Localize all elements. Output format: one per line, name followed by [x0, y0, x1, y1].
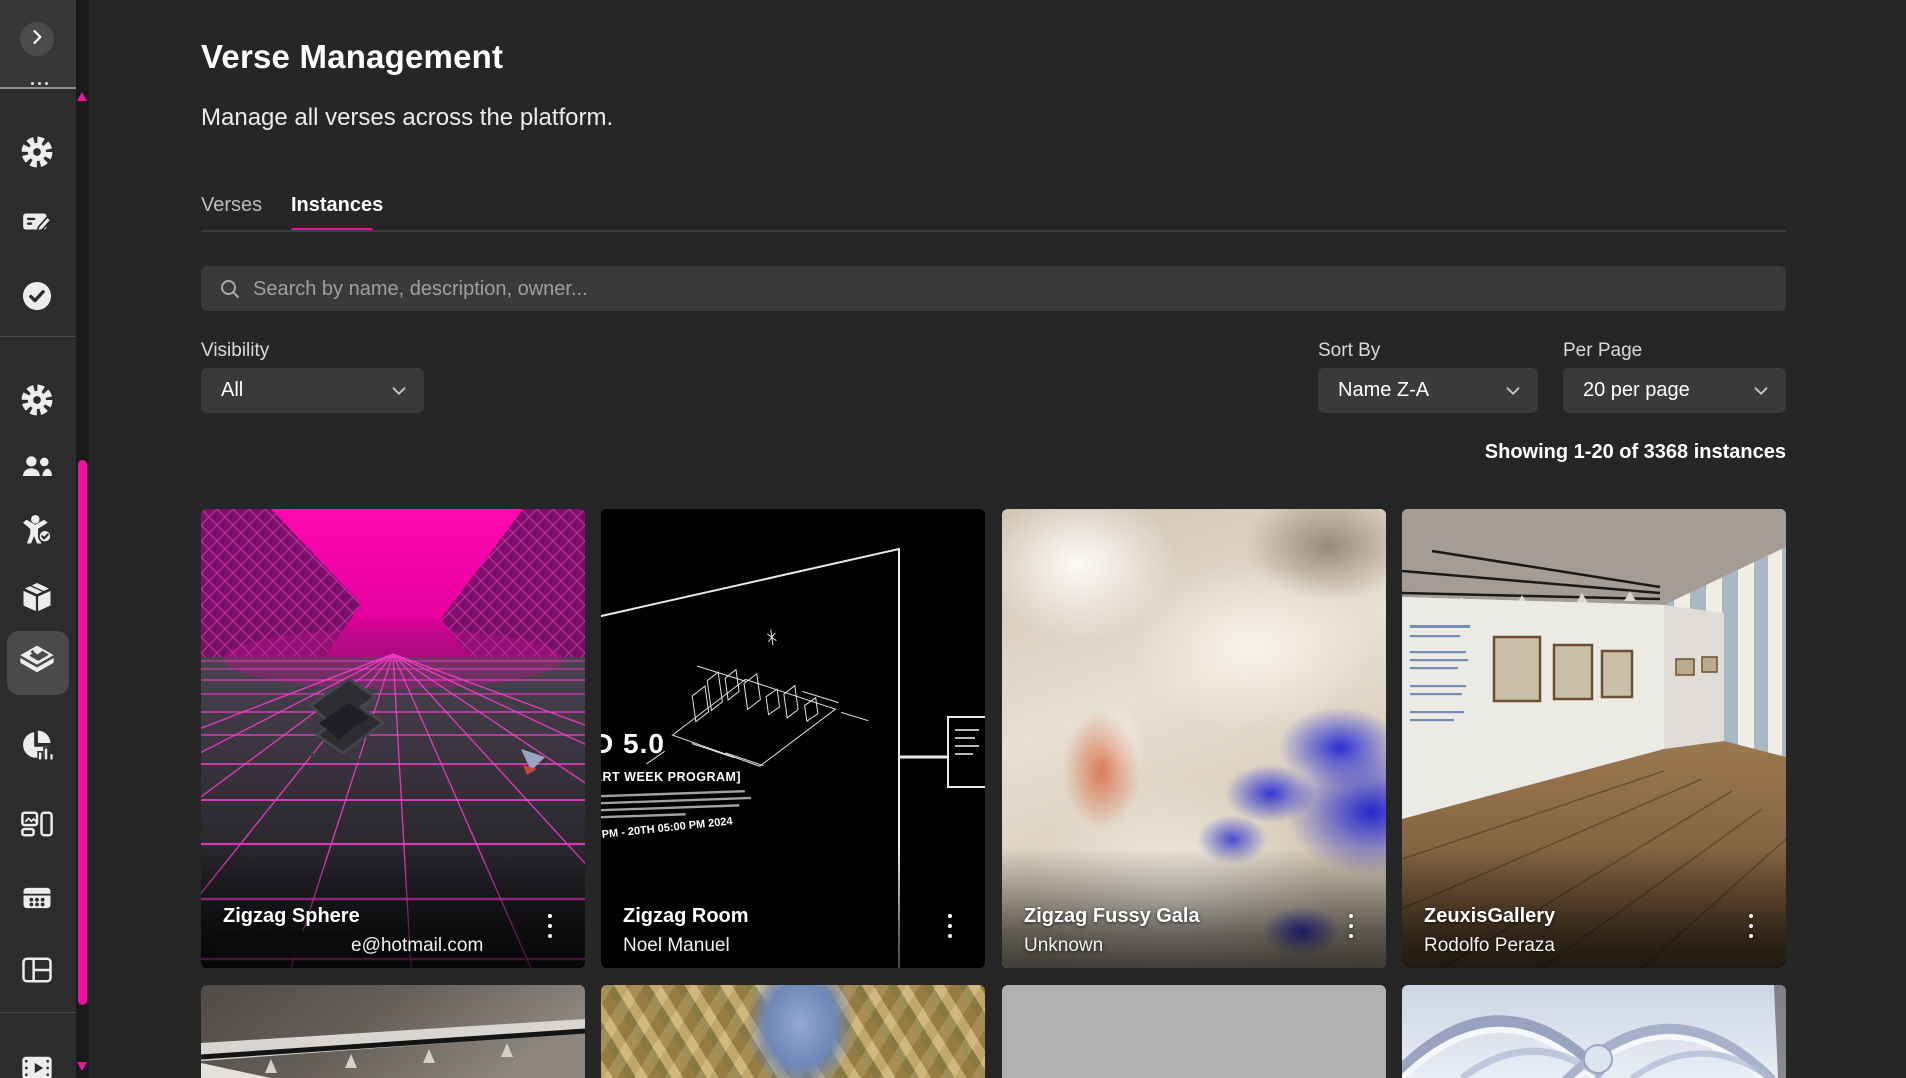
per-page-value: 20 per page	[1583, 368, 1690, 413]
card-edit-icon	[20, 205, 54, 244]
instance-card-partial-2[interactable]	[601, 985, 985, 1078]
scroll-down-button[interactable]	[77, 1062, 87, 1071]
card-image	[601, 985, 985, 1078]
card-footer: Zigzag Room Noel Manuel	[601, 848, 985, 968]
card-footer: ZeuxisGallery Rodolfo Peraza	[1402, 848, 1786, 968]
instance-card-partial-1[interactable]	[201, 985, 585, 1078]
sidebar-expand-button[interactable]	[20, 22, 54, 56]
main-content: Verse Management Manage all verses acros…	[201, 0, 1786, 1078]
layout-panel-icon	[19, 952, 55, 993]
divider	[201, 230, 1786, 232]
card-footer: Zigzag Sphere e@hotmail.com	[201, 848, 585, 968]
sidebar-item-packages[interactable]	[13, 575, 61, 623]
instance-card-zigzag-fussy-gala[interactable]: Zigzag Fussy Gala Unknown	[1002, 509, 1386, 968]
check-circle-icon	[19, 278, 55, 319]
sidebar-item-admin-settings[interactable]	[13, 378, 61, 426]
sidebar-item-member-check[interactable]	[13, 508, 61, 556]
tab-instances[interactable]: Instances	[291, 194, 383, 217]
card-owner: Rodolfo Peraza	[1424, 935, 1555, 957]
sidebar-item-layout[interactable]	[13, 948, 61, 996]
gear-icon	[20, 383, 54, 422]
overflow-dots-icon	[31, 82, 48, 85]
instance-card-partial-4[interactable]	[1402, 985, 1786, 1078]
card-title: Zigzag Room	[623, 905, 749, 928]
results-summary: Showing 1-20 of 3368 instances	[201, 441, 1786, 464]
gear-icon	[20, 135, 54, 174]
verse-image-cube-icon	[18, 642, 56, 685]
page-subtitle: Manage all verses across the platform.	[201, 104, 613, 132]
card-image	[1402, 985, 1786, 1078]
sort-by-label: Sort By	[1318, 340, 1380, 362]
card-owner: e@hotmail.com	[223, 935, 483, 957]
sort-by-value: Name Z-A	[1338, 368, 1429, 413]
card-menu-button[interactable]	[1740, 906, 1762, 946]
scroll-up-button[interactable]	[77, 92, 87, 101]
card-title: ZeuxisGallery	[1424, 905, 1555, 928]
card-art-big-text: D 5.0	[601, 728, 665, 759]
instance-card-partial-3[interactable]	[1002, 985, 1386, 1078]
people-icon	[19, 449, 55, 490]
search-bar	[201, 266, 1786, 311]
chevron-right-icon	[27, 27, 47, 52]
divider	[0, 87, 76, 89]
instance-card-zigzag-sphere[interactable]: Zigzag Sphere e@hotmail.com	[201, 509, 585, 968]
card-image	[201, 985, 585, 1078]
sidebar-item-analytics[interactable]	[13, 723, 61, 771]
sort-by-select[interactable]: Name Z-A	[1318, 368, 1538, 413]
instance-card-zigzag-room[interactable]: D 5.0 ART WEEK PROGRAM] 0 PM - 20TH 05:0…	[601, 509, 985, 968]
sidebar-item-collections[interactable]	[13, 802, 61, 850]
sidebar-item-events[interactable]	[13, 876, 61, 924]
page-title: Verse Management	[201, 38, 503, 76]
card-title: Zigzag Fussy Gala	[1024, 905, 1200, 928]
visibility-label: Visibility	[201, 340, 269, 362]
card-footer: Zigzag Fussy Gala Unknown	[1002, 848, 1386, 968]
verse-management-page: Verse Management Manage all verses acros…	[0, 0, 1906, 1078]
visibility-select[interactable]: All	[201, 368, 424, 413]
film-play-icon	[19, 1050, 55, 1078]
per-page-label: Per Page	[1563, 340, 1642, 362]
sidebar-item-users[interactable]	[13, 445, 61, 493]
redaction-box	[217, 931, 351, 957]
instance-card-zeuxisgallery[interactable]: ZeuxisGallery Rodolfo Peraza	[1402, 509, 1786, 968]
package-box-icon	[19, 579, 55, 620]
sidebar-item-approvals[interactable]	[13, 274, 61, 322]
card-menu-button[interactable]	[1340, 906, 1362, 946]
sidebar-item-settings[interactable]	[13, 130, 61, 178]
sidebar-scrollbar[interactable]	[76, 0, 89, 1078]
sidebar-item-media[interactable]	[13, 1046, 61, 1078]
card-menu-button[interactable]	[939, 906, 961, 946]
collection-cards-icon	[19, 806, 55, 847]
sidebar	[0, 0, 89, 1078]
card-image	[1002, 985, 1386, 1078]
card-owner: Unknown	[1024, 935, 1103, 957]
card-owner: Noel Manuel	[623, 935, 730, 957]
visibility-value: All	[221, 368, 243, 413]
search-input[interactable]	[251, 266, 1765, 313]
board-dots-icon	[19, 880, 55, 921]
scrollbar-thumb[interactable]	[78, 460, 87, 1005]
person-check-icon	[19, 512, 55, 553]
card-art-heading: ART WEEK PROGRAM]	[601, 770, 741, 784]
divider	[0, 1012, 76, 1013]
pie-chart-icon	[19, 727, 55, 768]
sidebar-item-verses[interactable]	[13, 639, 61, 687]
card-menu-button[interactable]	[539, 906, 561, 946]
card-title: Zigzag Sphere	[223, 905, 360, 928]
tab-verses[interactable]: Verses	[201, 194, 262, 217]
divider	[0, 336, 76, 337]
sidebar-item-license[interactable]	[13, 200, 61, 248]
per-page-select[interactable]: 20 per page	[1563, 368, 1786, 413]
